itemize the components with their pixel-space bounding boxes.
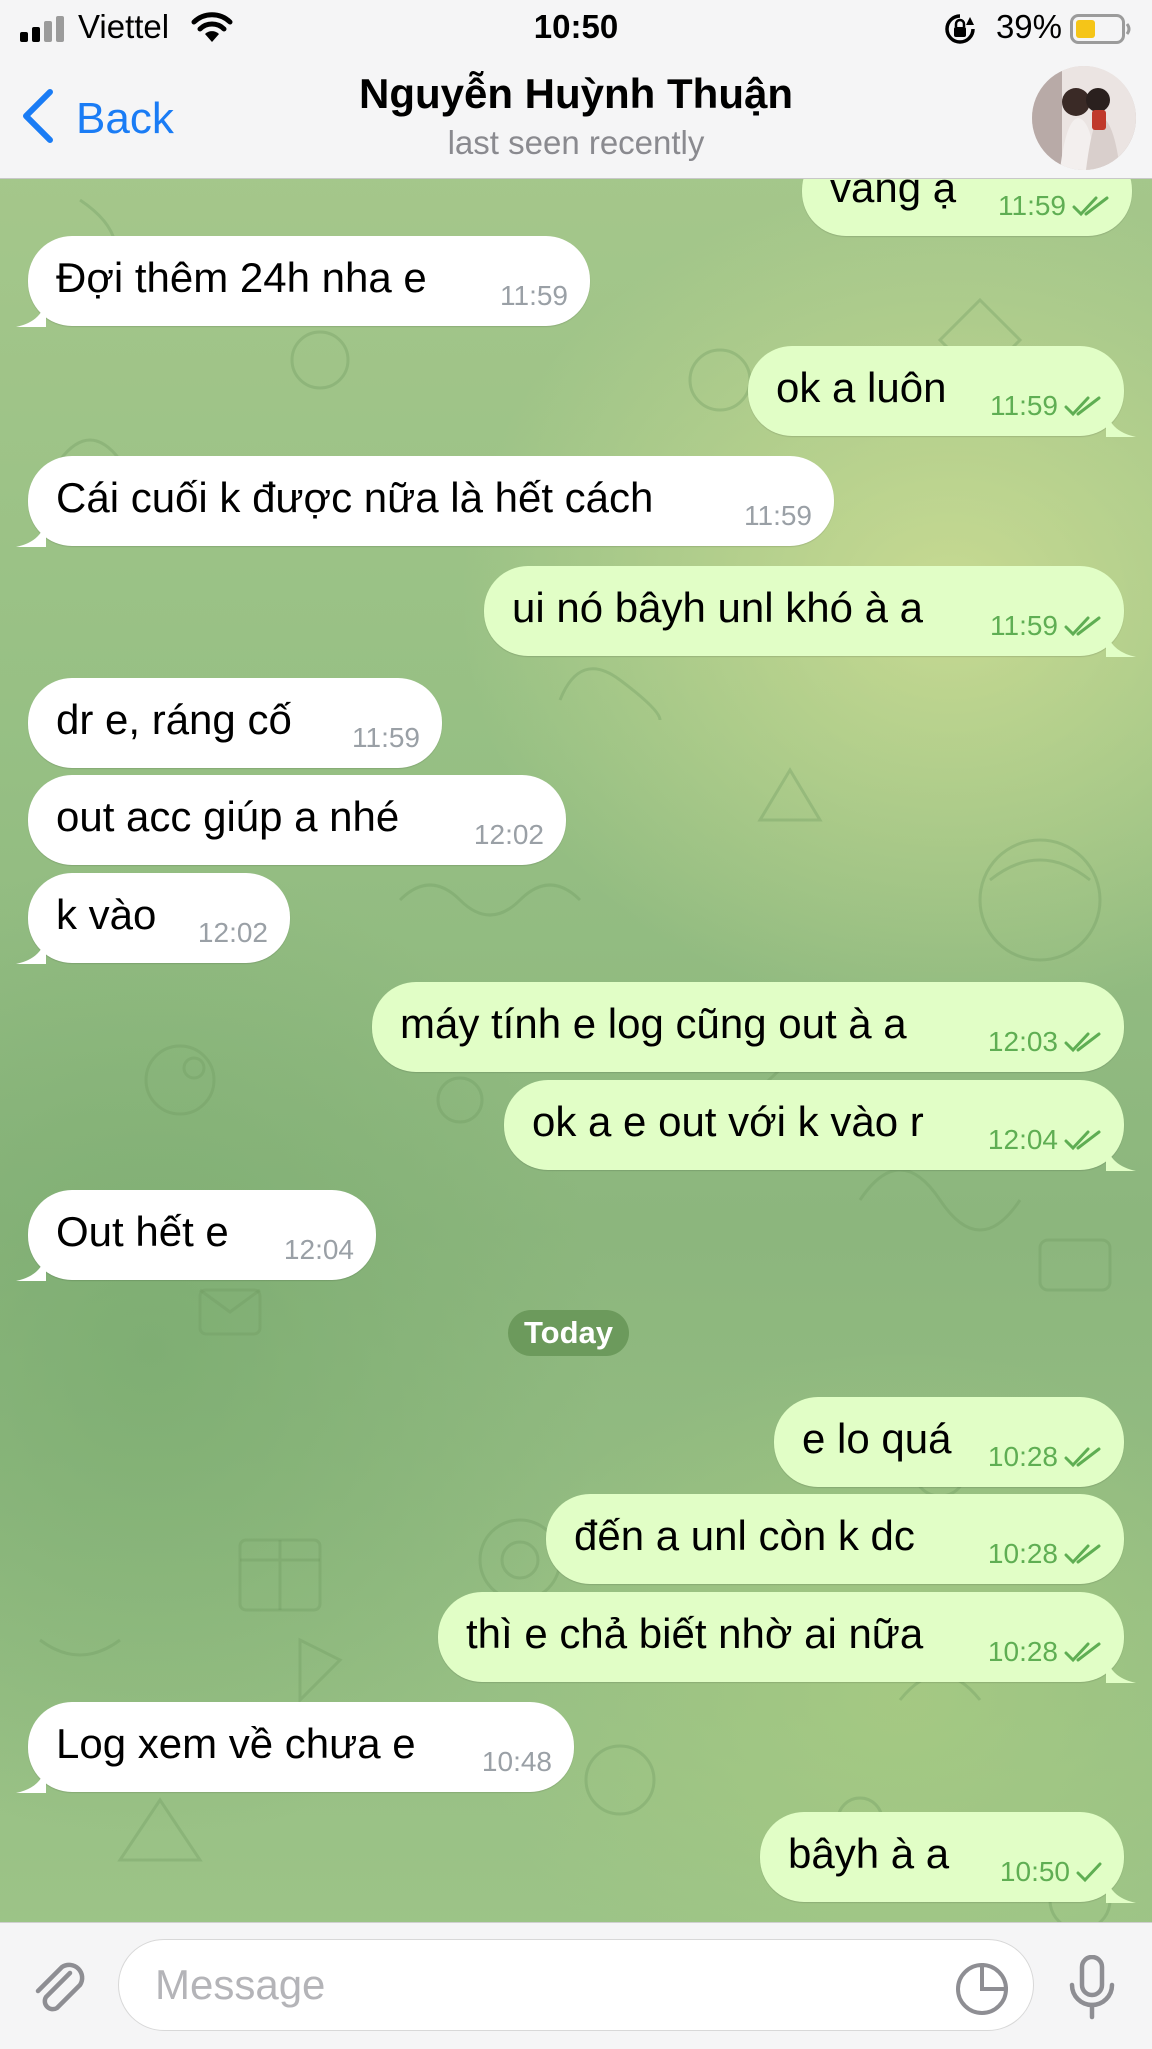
chat-header: Back Nguyễn Huỳnh Thuận last seen recent… <box>0 58 1152 179</box>
message-meta: 11:59 <box>990 610 1102 642</box>
incoming-message[interactable]: out acc giúp a nhé 12:02 <box>28 775 566 865</box>
orientation-lock-icon <box>945 14 975 44</box>
message-meta: 10:28 <box>988 1538 1102 1570</box>
read-checkmarks-icon <box>1064 1642 1101 1663</box>
message-text: k vào <box>56 891 157 938</box>
outgoing-message[interactable]: ui nó bâyh unl khó à a 11:59 <box>484 566 1136 657</box>
outgoing-message[interactable]: ok a e out với k vào r 12:04 <box>504 1080 1136 1171</box>
bubble-tail <box>16 934 46 964</box>
message-text: bâyh à a <box>788 1830 950 1877</box>
message-meta: 12:02 <box>474 819 544 851</box>
message-meta: 10:28 <box>988 1636 1102 1668</box>
message-time: 11:59 <box>352 722 420 753</box>
bubble-tail <box>1106 1873 1136 1903</box>
message-time: 12:04 <box>987 1124 1058 1155</box>
message-meta: 12:03 <box>988 1026 1102 1058</box>
message-time: 11:59 <box>744 500 812 531</box>
message-text: Log xem về chưa e <box>56 1720 416 1767</box>
status-clock: 10:50 <box>533 8 619 45</box>
message-meta: 11:59 <box>744 500 812 532</box>
bubble-tail <box>16 297 46 327</box>
microphone-icon[interactable] <box>1066 1955 1118 2021</box>
sent-checkmark-icon <box>1076 1862 1102 1883</box>
message-meta: 10:50 <box>1000 1856 1102 1888</box>
message-input[interactable] <box>118 1939 1034 2031</box>
incoming-message[interactable]: Log xem về chưa e 10:48 <box>16 1702 574 1793</box>
incoming-message[interactable]: Cái cuối k được nữa là hết cách 11:59 <box>16 456 834 547</box>
message-text: ok a e out với k vào r <box>532 1098 924 1145</box>
message-time: 10:28 <box>987 1636 1058 1667</box>
read-checkmarks-icon <box>1064 396 1101 417</box>
message-time: 10:28 <box>987 1441 1058 1472</box>
bubble-tail <box>16 517 46 547</box>
outgoing-message[interactable]: máy tính e log cũng out à a 12:03 <box>372 982 1124 1072</box>
outgoing-message[interactable]: đến a unl còn k dc 10:28 <box>546 1494 1124 1584</box>
message-meta: 12:04 <box>988 1124 1102 1156</box>
message-meta: 11:59 <box>990 390 1102 422</box>
message-text: ok a luôn <box>776 364 947 411</box>
read-checkmarks-icon <box>1064 1544 1101 1565</box>
message-time: 11:59 <box>990 610 1058 641</box>
incoming-message[interactable]: Out hết e 12:04 <box>16 1190 376 1281</box>
date-separator: Today <box>508 1310 629 1356</box>
outgoing-message[interactable]: ok a luôn 11:59 <box>748 346 1136 437</box>
message-text: Out hết e <box>56 1208 229 1255</box>
message-text: máy tính e log cũng out à a <box>400 1000 907 1047</box>
contact-avatar[interactable] <box>1032 66 1136 170</box>
message-text: out acc giúp a nhé <box>56 793 400 840</box>
incoming-message[interactable]: Đợi thêm 24h nha e 11:59 <box>16 236 590 327</box>
bubble-tail <box>1106 407 1136 437</box>
read-checkmarks-icon <box>1064 1447 1101 1468</box>
message-meta: 10:28 <box>988 1441 1102 1473</box>
paperclip-icon[interactable] <box>26 1955 88 2017</box>
bubble-tail <box>16 1251 46 1281</box>
message-input-bar <box>0 1922 1152 2049</box>
message-text: đến a unl còn k dc <box>574 1512 915 1559</box>
message-time: 11:59 <box>500 280 568 311</box>
message-time: 12:02 <box>473 819 544 850</box>
read-checkmarks-icon <box>1064 1032 1101 1053</box>
bubble-tail <box>1106 1141 1136 1171</box>
avatar-photo <box>1032 66 1136 170</box>
message-text: Đợi thêm 24h nha e <box>56 254 427 301</box>
message-meta: 12:02 <box>198 917 268 949</box>
read-checkmarks-icon <box>1072 196 1109 217</box>
outgoing-message[interactable]: bâyh à a 10:50 <box>760 1812 1136 1903</box>
last-seen-status: last seen recently <box>447 124 705 161</box>
message-text: e lo quá <box>802 1415 952 1462</box>
bubble-tail <box>1106 1653 1136 1683</box>
message-text: ui nó bâyh unl khó à a <box>512 584 923 631</box>
sticker-icon[interactable] <box>954 1961 1010 2017</box>
bubble-tail <box>16 1763 46 1793</box>
message-text: dr e, ráng cố <box>56 696 292 743</box>
read-checkmarks-icon <box>1064 1130 1101 1151</box>
message-time: 10:48 <box>481 1746 552 1777</box>
message-text: Cái cuối k được nữa là hết cách <box>56 474 654 521</box>
message-time: 11:59 <box>998 190 1066 221</box>
message-time: 11:59 <box>990 390 1058 421</box>
message-time: 12:02 <box>197 917 268 948</box>
message-time: 10:50 <box>999 1856 1070 1887</box>
outgoing-message[interactable]: thì e chả biết nhờ ai nữa 10:28 <box>438 1592 1136 1683</box>
status-bar: Viettel 10:50 39% <box>0 0 1152 58</box>
message-meta: 11:59 <box>998 190 1110 222</box>
message-meta: 10:48 <box>482 1746 552 1778</box>
incoming-message[interactable]: dr e, ráng cố 11:59 <box>28 678 442 768</box>
message-text: thì e chả biết nhờ ai nữa <box>466 1610 924 1657</box>
chat-title[interactable]: Nguyễn Huỳnh Thuận <box>0 70 1152 118</box>
battery-percent: 39% <box>995 8 1062 45</box>
message-meta: 11:59 <box>352 722 420 754</box>
message-meta: 12:04 <box>284 1234 354 1266</box>
message-meta: 11:59 <box>500 280 568 312</box>
message-time: 10:28 <box>987 1538 1058 1569</box>
battery-icon <box>1070 14 1131 44</box>
outgoing-message[interactable]: e lo quá 10:28 <box>774 1397 1124 1487</box>
incoming-message[interactable]: k vào 12:02 <box>16 873 290 964</box>
message-time: 12:04 <box>283 1234 354 1265</box>
message-time: 12:03 <box>987 1026 1058 1057</box>
bubble-tail <box>1106 627 1136 657</box>
read-checkmarks-icon <box>1064 616 1101 637</box>
